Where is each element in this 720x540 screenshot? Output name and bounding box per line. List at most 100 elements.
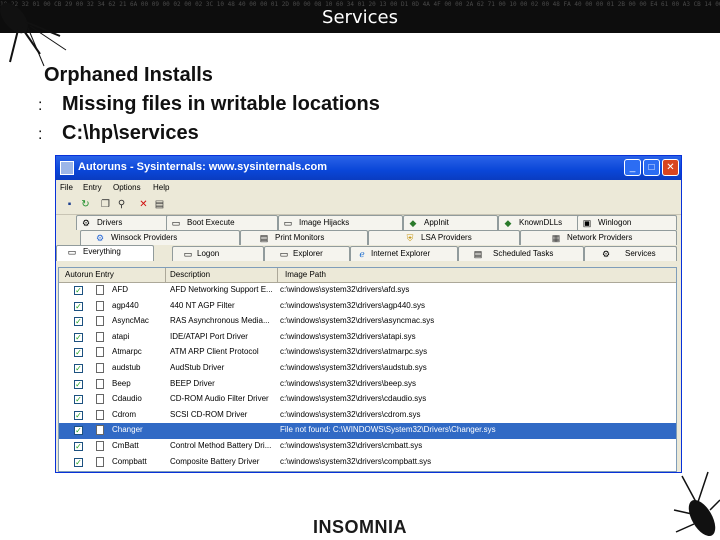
menu-options[interactable]: Options [113,183,141,192]
table-row[interactable]: ✓ agp440 440 NT AGP Filter c:\windows\syste… [59,299,676,315]
description-cell: Composite Battery Driver [170,456,260,466]
menu-file[interactable]: File [60,183,73,192]
description-cell: Control Method Battery Dri... [170,440,272,450]
table-row[interactable]: ✓ Atmarpc ATM ARP Client Protocol c:\window… [59,345,676,361]
file-icon [96,378,104,389]
table-row[interactable]: ✓ audstub AudStub Driver c:\windows\system3… [59,361,676,377]
column-image-path[interactable]: Image Path [285,270,326,279]
enable-checkbox[interactable]: ✓ [74,332,83,342]
tab-drivers[interactable]: ⚙ Drivers [76,215,176,230]
column-divider[interactable] [277,268,278,282]
tab-label: Winlogon [598,218,632,227]
image-path-cell: c:\windows\system32\drivers\atmarpc.sys [280,347,428,357]
menu-bar: File Entry Options Help [56,180,681,196]
table-row[interactable]: ✓ Changer File not found: C:\WINDOWS\Syste… [59,423,676,439]
save-icon[interactable]: ▪ [64,199,75,210]
delete-icon[interactable]: ✕ [138,199,149,210]
enable-checkbox[interactable]: ✓ [74,317,83,327]
autoruns-list[interactable]: Autorun Entry Description Image Path ✓ AF… [58,267,677,472]
tab-label: Image Hijacks [299,218,350,227]
autorun-entry-cell: agp440 [112,300,139,310]
slide-header-bar: 10 22 32 01 00 CB 29 00 32 34 62 21 6A 0… [0,0,720,33]
explorer-icon: ▭ [279,249,289,259]
autorun-entry-cell: Cdaudio [112,394,142,404]
enable-checkbox[interactable]: ✓ [74,457,83,467]
tab-explorer[interactable]: ▭ Explorer [264,246,350,261]
autorun-entry-cell: Compbatt [112,456,147,466]
autorun-entry-cell: audstub [112,362,141,372]
minimize-button[interactable]: _ [624,159,641,176]
tab-label: Network Providers [567,233,633,242]
table-row[interactable]: ✓ Compbatt Composite Battery Driver c:\wind… [59,455,676,471]
close-button[interactable]: ✕ [662,159,679,176]
tab-label: Logon [197,249,220,258]
knowndlls-icon: ◆ [504,218,512,228]
maximize-button[interactable]: □ [643,159,660,176]
enable-checkbox[interactable]: ✓ [74,286,83,295]
column-autorun-entry[interactable]: Autorun Entry [65,270,114,279]
enable-checkbox[interactable]: ✓ [74,395,83,405]
drivers-icon: ⚙ [81,218,91,228]
winlogon-icon: ▣ [582,218,592,228]
window-titlebar[interactable]: Autoruns - Sysinternals: www.sysinternal… [56,156,681,180]
enable-checkbox[interactable]: ✓ [74,379,83,389]
tab-lsa-providers[interactable]: ⛨ LSA Providers [368,230,520,245]
tab-services[interactable]: ⚙ Services [584,246,677,261]
copy-icon[interactable]: ❐ [100,199,111,210]
description-cell: RAS Asynchronous Media... [170,316,270,326]
table-row[interactable]: ✓ AFD AFD Networking Support E... c:\window… [59,283,676,299]
slide-title: Services [322,7,398,28]
description-cell: BEEP Driver [170,378,215,388]
enable-checkbox[interactable]: ✓ [74,301,83,311]
tab-winsock-providers[interactable]: ⚙ Winsock Providers [80,230,240,245]
tab-label: KnownDLLs [519,218,563,227]
enable-checkbox[interactable]: ✓ [74,441,83,451]
tab-print-monitors[interactable]: ▤ Print Monitors [240,230,368,245]
enable-checkbox[interactable]: ✓ [74,348,83,358]
image-path-cell: c:\windows\system32\drivers\compbatt.sys [280,456,432,466]
bullet-item: : Missing files in writable locations [38,93,380,116]
file-icon [96,331,104,342]
enable-checkbox[interactable]: ✓ [74,426,83,436]
column-description[interactable]: Description [170,270,210,279]
tab-logon[interactable]: ▭ Logon [172,246,264,261]
menu-help[interactable]: Help [153,183,169,192]
table-row[interactable]: ✓ Cdrom SCSI CD-ROM Driver c:\windows\syste… [59,408,676,424]
find-icon[interactable]: ⚲ [116,199,127,210]
file-icon [96,285,104,295]
description-cell: IDE/ATAPI Port Driver [170,331,248,341]
table-row[interactable]: ✓ Cdaudio CD-ROM Audio Filter Driver c:\win… [59,392,676,408]
properties-icon[interactable]: ▤ [154,199,165,210]
everything-icon: ▭ [67,247,77,257]
refresh-icon[interactable]: ↻ [80,199,91,210]
autorun-entry-cell: Changer [112,425,143,435]
appinit-icon: ◆ [409,218,417,228]
menu-entry[interactable]: Entry [83,183,102,192]
table-row[interactable]: ✓ CmBatt Control Method Battery Dri... c:\w… [59,439,676,455]
ie-icon: ℯ [359,249,365,259]
autorun-entry-cell: AsyncMac [112,316,149,326]
tab-image-hijacks[interactable]: ▭ Image Hijacks [278,215,403,230]
table-row[interactable]: ✓ Beep BEEP Driver c:\windows\system32\driv… [59,377,676,393]
tab-network-providers[interactable]: ▦ Network Providers [520,230,677,245]
image-path-cell: c:\windows\system32\drivers\audstub.sys [280,362,427,372]
image-path-cell: c:\windows\system32\drivers\atapi.sys [280,331,416,341]
image-path-cell: c:\windows\system32\drivers\beep.sys [280,378,417,388]
tab-appinit[interactable]: ◆ AppInit [403,215,498,230]
table-row[interactable]: ✓DiskPnP Disk Driverc:\windows\system32\… [59,470,676,471]
column-divider[interactable] [165,268,166,282]
table-row[interactable]: ✓ AsyncMac RAS Asynchronous Media... c:\win… [59,314,676,330]
image-path-cell: c:\windows\system32\drivers\afd.sys [280,285,410,294]
tab-label: Everything [83,247,121,256]
tab-boot-execute[interactable]: ▭ Boot Execute [166,215,278,230]
enable-checkbox[interactable]: ✓ [74,363,83,373]
tab-scheduled-tasks[interactable]: ▤ Scheduled Tasks [458,246,584,261]
autorun-entry-cell: Cdrom [112,409,137,419]
enable-checkbox[interactable]: ✓ [74,410,83,420]
tab-internet-explorer[interactable]: ℯ Internet Explorer [350,246,458,261]
bullet-text: Missing files in writable locations [62,93,380,115]
scheduled-tasks-icon: ▤ [473,249,483,259]
tab-everything[interactable]: ▭ Everything [56,245,154,261]
table-row[interactable]: ✓ atapi IDE/ATAPI Port Driver c:\windows\sy… [59,330,676,346]
tab-winlogon[interactable]: ▣ Winlogon [577,215,677,230]
